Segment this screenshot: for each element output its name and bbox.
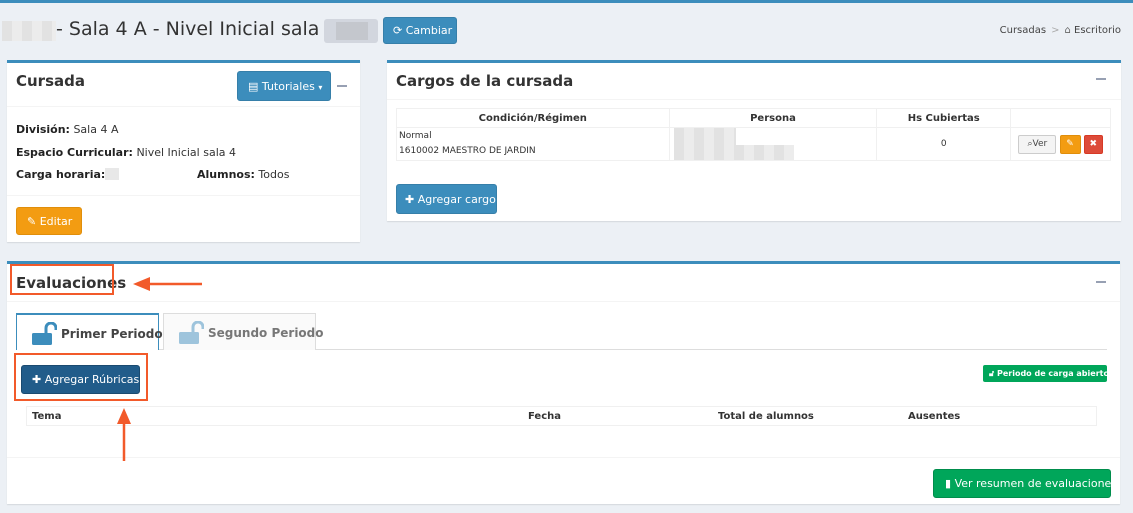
annotation-arrows — [117, 277, 202, 461]
arrow-icon — [117, 408, 131, 461]
arrow-icon — [133, 277, 202, 291]
